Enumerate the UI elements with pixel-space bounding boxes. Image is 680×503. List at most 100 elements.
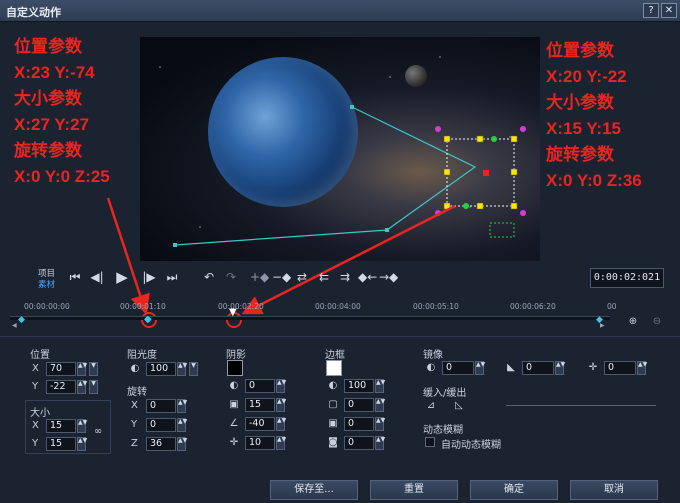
zoom-out-icon[interactable]: ⊖ (650, 315, 664, 329)
mirror-fade-icon: ◣ (507, 362, 515, 373)
rotation-x-spinner[interactable]: ▲▼ (177, 399, 187, 413)
border-blur-input[interactable]: 0 (344, 417, 374, 431)
redo-icon[interactable]: ↷ (222, 268, 240, 286)
mirror-fade-spinner[interactable]: ▲▼ (555, 361, 565, 375)
border-title: 边框 (325, 350, 345, 361)
opacity-input[interactable]: 100 (146, 362, 176, 376)
border-opacity-input[interactable]: 100 (344, 379, 374, 393)
rotation-z-input[interactable]: 36 (146, 437, 176, 451)
opacity-title: 阻光度 (127, 350, 157, 361)
rotation-x-input[interactable]: 0 (146, 399, 176, 413)
opacity-menu[interactable]: ▼ (189, 362, 198, 376)
auto-motion-blur-label: 自动动态模糊 (441, 440, 501, 451)
shadow-blur-icon: ▣ (229, 399, 239, 410)
reverse-keyframes-icon[interactable]: ⇄ (293, 268, 311, 286)
size-x-input[interactable]: 15 (46, 419, 76, 433)
shadow-opacity-icon: ◐ (229, 380, 239, 391)
mirror-opacity-spinner[interactable]: ▲▼ (475, 361, 485, 375)
border-corner-input[interactable]: 0 (344, 436, 374, 450)
go-to-end-icon[interactable]: ⏭ (163, 268, 181, 286)
border-blur-icon: ▣ (328, 418, 338, 429)
previous-keyframe-icon[interactable]: ◆← (358, 268, 377, 286)
size-x-spinner[interactable]: ▲▼ (77, 419, 87, 433)
shadow-opacity-spinner[interactable]: ▲▼ (276, 379, 286, 393)
shadow-blur-input[interactable]: 15 (245, 398, 275, 412)
next-keyframe-icon[interactable]: →◆ (379, 268, 398, 286)
size-y-input[interactable]: 15 (46, 437, 76, 451)
save-as-button[interactable]: 保存至... (270, 480, 358, 500)
shadow-angle-input[interactable]: -40 (245, 417, 275, 431)
clip-mode-label[interactable]: 素材 (38, 278, 55, 290)
border-opacity-spinner[interactable]: ▲▼ (375, 379, 385, 393)
border-color-swatch[interactable] (326, 360, 342, 376)
keyframe-1[interactable]: ◆ (144, 314, 152, 325)
timeline-ruler[interactable]: 00:00:00:00 00:00:01:10 00:00:02:20 00:0… (10, 300, 617, 328)
rotation-z-spinner[interactable]: ▲▼ (177, 437, 187, 451)
position-x-menu[interactable]: ▼ (89, 362, 98, 376)
border-corner-spinner[interactable]: ▲▼ (375, 436, 385, 450)
position-x-spinner[interactable]: ▲▼ (77, 362, 87, 376)
ease-slider-track[interactable] (506, 405, 656, 406)
ease-out-icon[interactable]: ◺ (452, 399, 466, 413)
position-y-label: Y (32, 381, 39, 392)
time-tick: 00:00:06:20 (510, 302, 556, 311)
keyframe-start[interactable]: ◆ (18, 315, 25, 325)
border-blur-spinner[interactable]: ▲▼ (375, 417, 385, 431)
position-title: 位置 (30, 350, 50, 361)
rotation-y-input[interactable]: 0 (146, 418, 176, 432)
shadow-angle-spinner[interactable]: ▲▼ (276, 417, 286, 431)
ok-button[interactable]: 确定 (470, 480, 558, 500)
mirror-fade-input[interactable]: 0 (522, 361, 554, 375)
motion-blur-title: 动态模糊 (423, 425, 463, 436)
move-keyframe-left-icon[interactable]: ⇇ (315, 268, 333, 286)
play-icon[interactable]: ▶ (113, 268, 131, 286)
size-title: 大小 (30, 408, 50, 419)
reset-button[interactable]: 重置 (370, 480, 458, 500)
rotation-z-label: Z (131, 438, 138, 449)
ease-title: 缓入/缓出 (423, 388, 467, 399)
zoom-in-icon[interactable]: ⊕ (626, 315, 640, 329)
shadow-color-swatch[interactable] (227, 360, 243, 376)
position-y-input[interactable]: -22 (46, 380, 76, 394)
timeline-track[interactable] (10, 316, 610, 320)
undo-icon[interactable]: ↶ (200, 268, 218, 286)
shadow-blur-spinner[interactable]: ▲▼ (276, 398, 286, 412)
link-aspect-icon[interactable]: ∞ (91, 425, 105, 439)
border-opacity-icon: ◐ (328, 380, 338, 391)
shadow-distance-spinner[interactable]: ▲▼ (276, 436, 286, 450)
position-x-input[interactable]: 70 (46, 362, 76, 376)
go-to-start-icon[interactable]: ⏮ (66, 268, 84, 286)
remove-keyframe-icon[interactable]: −◆ (272, 268, 291, 286)
playhead-marker[interactable]: ▼ (229, 307, 237, 318)
next-frame-icon[interactable]: |▶ (140, 268, 158, 286)
rotation-x-label: X (131, 400, 138, 411)
position-y-spinner[interactable]: ▲▼ (77, 380, 87, 394)
time-tick: 00:00:02:20 (218, 302, 264, 311)
rotation-y-spinner[interactable]: ▲▼ (177, 418, 187, 432)
position-y-menu[interactable]: ▼ (89, 380, 98, 394)
border-width-spinner[interactable]: ▲▼ (375, 398, 385, 412)
time-tick: 00 (607, 302, 617, 311)
border-width-input[interactable]: 0 (344, 398, 374, 412)
scroll-left-icon[interactable]: ◀ (12, 322, 17, 329)
move-keyframe-right-icon[interactable]: ⇉ (336, 268, 354, 286)
opacity-spinner[interactable]: ▲▼ (177, 362, 187, 376)
auto-motion-blur-checkbox[interactable] (425, 437, 435, 447)
mirror-offset-input[interactable]: 0 (604, 361, 636, 375)
mirror-offset-spinner[interactable]: ▲▼ (637, 361, 647, 375)
size-y-spinner[interactable]: ▲▼ (77, 437, 87, 451)
size-x-label: X (32, 420, 39, 431)
timecode-display[interactable]: 0:00:02:021 (590, 268, 664, 288)
cancel-button[interactable]: 取消 (570, 480, 658, 500)
opacity-icon: ◐ (130, 363, 140, 374)
ease-in-icon[interactable]: ⊿ (424, 399, 438, 413)
shadow-title: 阴影 (226, 350, 246, 361)
previous-frame-icon[interactable]: ◀| (88, 268, 106, 286)
mirror-title: 镜像 (423, 350, 443, 361)
shadow-opacity-input[interactable]: 0 (245, 379, 275, 393)
shadow-distance-input[interactable]: 10 (245, 436, 275, 450)
mirror-opacity-icon: ◐ (426, 362, 436, 373)
scroll-right-icon[interactable]: ▶ (600, 322, 605, 329)
add-keyframe-icon[interactable]: +◆ (250, 268, 269, 286)
mirror-opacity-input[interactable]: 0 (442, 361, 474, 375)
